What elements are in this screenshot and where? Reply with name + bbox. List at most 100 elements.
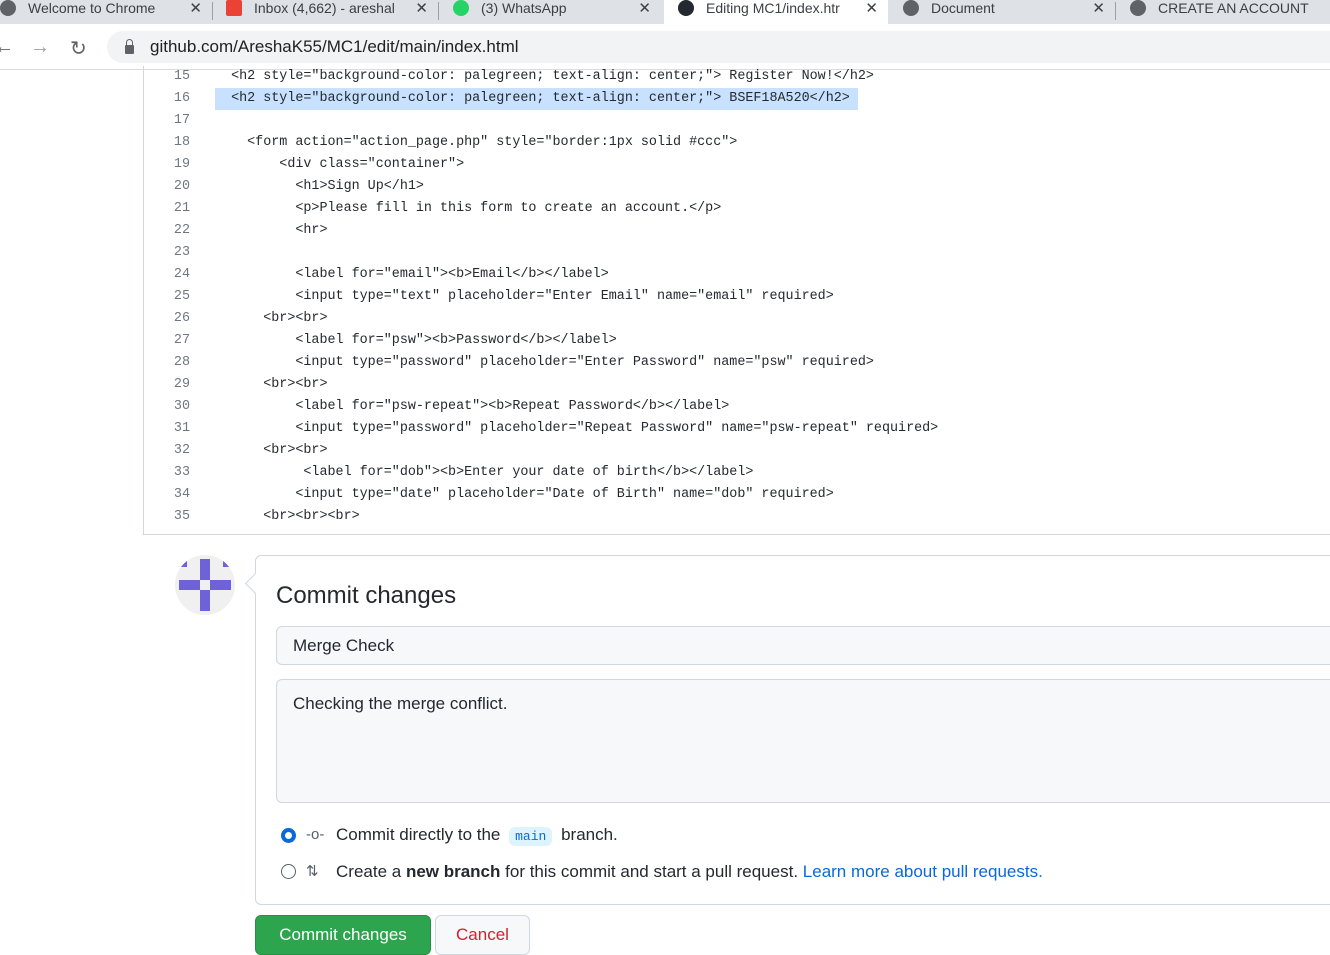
line-content[interactable]: <div class="container"> (215, 154, 472, 176)
line-number: 29 (173, 377, 190, 392)
commit-direct-radio[interactable] (281, 828, 296, 843)
code-line[interactable]: 18 <form action="action_page.php" style=… (144, 132, 1330, 154)
line-number: 20 (173, 179, 190, 194)
line-content[interactable]: <form action="action_page.php" style="bo… (215, 132, 745, 154)
code-line[interactable]: 24 <label for="email"><b>Email</b></labe… (144, 264, 1330, 286)
code-line[interactable]: 22 <hr> (144, 220, 1330, 242)
tab-document[interactable]: Document ✕ (893, 0, 1116, 24)
lock-icon (125, 38, 134, 54)
line-number: 16 (173, 91, 190, 106)
line-content[interactable]: <p>Please fill in this form to create an… (215, 198, 729, 220)
code-line[interactable]: 16 <h2 style="background-color: palegree… (144, 88, 1330, 110)
line-content[interactable]: <label for="psw-repeat"><b>Repeat Passwo… (215, 396, 737, 418)
code-line[interactable]: 21 <p>Please fill in this form to create… (144, 198, 1330, 220)
code-line[interactable]: 15 <h2 style="background-color: palegree… (144, 66, 1330, 88)
line-content[interactable]: <br><br> (215, 308, 336, 330)
code-line[interactable]: 25 <input type="text" placeholder="Enter… (144, 286, 1330, 308)
avatar (175, 555, 235, 615)
close-tab-icon[interactable]: ✕ (415, 0, 428, 17)
tab-github-editing[interactable]: Editing MC1/index.htr ✕ (664, 0, 888, 24)
code-line[interactable]: 19 <div class="container"> (144, 154, 1330, 176)
code-line[interactable]: 20 <h1>Sign Up</h1> (144, 176, 1330, 198)
commit-form: Commit changes Merge Check Checking the … (255, 555, 1330, 905)
globe-icon (1130, 0, 1146, 16)
cancel-button[interactable]: Cancel (435, 915, 530, 955)
close-tab-icon[interactable]: ✕ (865, 0, 878, 17)
code-line[interactable]: 31 <input type="password" placeholder="R… (144, 418, 1330, 440)
close-tab-icon[interactable]: ✕ (189, 0, 202, 17)
close-tab-icon[interactable]: ✕ (638, 0, 651, 17)
commit-changes-button[interactable]: Commit changes (255, 915, 431, 955)
line-content[interactable]: <input type="password" placeholder="Ente… (215, 352, 882, 374)
code-line[interactable]: 28 <input type="password" placeholder="E… (144, 352, 1330, 374)
code-line[interactable]: 32 <br><br> (144, 440, 1330, 462)
tab-welcome[interactable]: Welcome to Chrome ✕ (0, 0, 213, 24)
branch-name: main (509, 827, 553, 846)
gmail-icon (226, 0, 242, 16)
line-number: 22 (173, 223, 190, 238)
commit-description-textarea[interactable]: Checking the merge conflict. (276, 679, 1330, 803)
code-line[interactable]: 34 <input type="date" placeholder="Date … (144, 484, 1330, 506)
line-content[interactable]: <h2 style="background-color: palegreen; … (215, 88, 858, 110)
line-number: 25 (173, 289, 190, 304)
url-text[interactable]: github.com/AreshaK55/MC1/edit/main/index… (150, 37, 519, 57)
code-line[interactable]: 30 <label for="psw-repeat"><b>Repeat Pas… (144, 396, 1330, 418)
code-line[interactable]: 33 <label for="dob"><b>Enter your date o… (144, 462, 1330, 484)
new-branch-radio[interactable] (281, 864, 296, 879)
line-number: 21 (173, 201, 190, 216)
forward-icon[interactable]: → (30, 36, 50, 59)
tab-strip: Welcome to Chrome ✕ Inbox (4,662) - aresh… (0, 0, 1330, 24)
line-number: 30 (173, 399, 190, 414)
line-content[interactable]: <br><br><br> (215, 506, 368, 528)
line-content[interactable]: <input type="text" placeholder="Enter Em… (215, 286, 842, 308)
line-number: 32 (173, 443, 190, 458)
line-number: 15 (173, 69, 190, 84)
commit-direct-label[interactable]: Commit directly to the main branch. (336, 825, 618, 846)
line-content[interactable]: <label for="dob"><b>Enter your date of b… (215, 462, 761, 484)
tab-gmail[interactable]: Inbox (4,662) - areshal ✕ (216, 0, 439, 24)
line-content[interactable]: <br><br> (215, 440, 336, 462)
line-number: 28 (173, 355, 190, 370)
github-icon (678, 0, 694, 16)
browser-toolbar: ← → ↻ github.com/AreshaK55/MC1/edit/main… (0, 24, 1330, 70)
learn-more-link[interactable]: Learn more about pull requests. (803, 862, 1043, 881)
close-tab-icon[interactable]: ✕ (1092, 0, 1105, 17)
line-content[interactable]: <hr> (215, 220, 336, 242)
address-bar[interactable]: github.com/AreshaK55/MC1/edit/main/index… (107, 31, 1330, 63)
whatsapp-icon (453, 0, 469, 16)
line-number: 26 (173, 311, 190, 326)
code-line[interactable]: 29 <br><br> (144, 374, 1330, 396)
line-number: 34 (173, 487, 190, 502)
line-content[interactable]: <input type="date" placeholder="Date of … (215, 484, 842, 506)
code-line[interactable]: 35 <br><br><br> (144, 506, 1330, 528)
tab-whatsapp[interactable]: (3) WhatsApp ✕ (443, 0, 661, 24)
line-content[interactable]: <h2 style="background-color: palegreen; … (215, 66, 882, 88)
git-pull-request-icon: ⇅ (306, 863, 319, 880)
globe-icon (903, 0, 919, 16)
code-editor[interactable]: 15 <h2 style="background-color: palegree… (143, 66, 1330, 535)
line-content[interactable]: <br><br> (215, 374, 336, 396)
line-number: 31 (173, 421, 190, 436)
code-line[interactable]: 23 (144, 242, 1330, 264)
line-content[interactable]: <label for="email"><b>Email</b></label> (215, 264, 617, 286)
line-number: 23 (173, 245, 190, 260)
line-number: 24 (173, 267, 190, 282)
line-number: 27 (173, 333, 190, 348)
chrome-globe-icon (0, 0, 16, 16)
code-line[interactable]: 17 (144, 110, 1330, 132)
line-number: 33 (173, 465, 190, 480)
line-content[interactable]: <input type="password" placeholder="Repe… (215, 418, 946, 440)
reload-icon[interactable]: ↻ (70, 36, 87, 61)
git-commit-icon: -o- (306, 826, 325, 843)
commit-summary-input[interactable]: Merge Check (276, 626, 1330, 665)
tab-create-account[interactable]: CREATE AN ACCOUNT (1120, 0, 1330, 24)
new-branch-label[interactable]: Create a new branch for this commit and … (336, 862, 1043, 882)
commit-title: Commit changes (276, 582, 457, 609)
code-line[interactable]: 26 <br><br> (144, 308, 1330, 330)
line-content[interactable]: <label for="psw"><b>Password</b></label> (215, 330, 625, 352)
line-number: 18 (173, 135, 190, 150)
back-icon[interactable]: ← (0, 36, 14, 59)
code-line[interactable]: 27 <label for="psw"><b>Password</b></lab… (144, 330, 1330, 352)
line-number: 19 (173, 157, 190, 172)
line-content[interactable]: <h1>Sign Up</h1> (215, 176, 432, 198)
